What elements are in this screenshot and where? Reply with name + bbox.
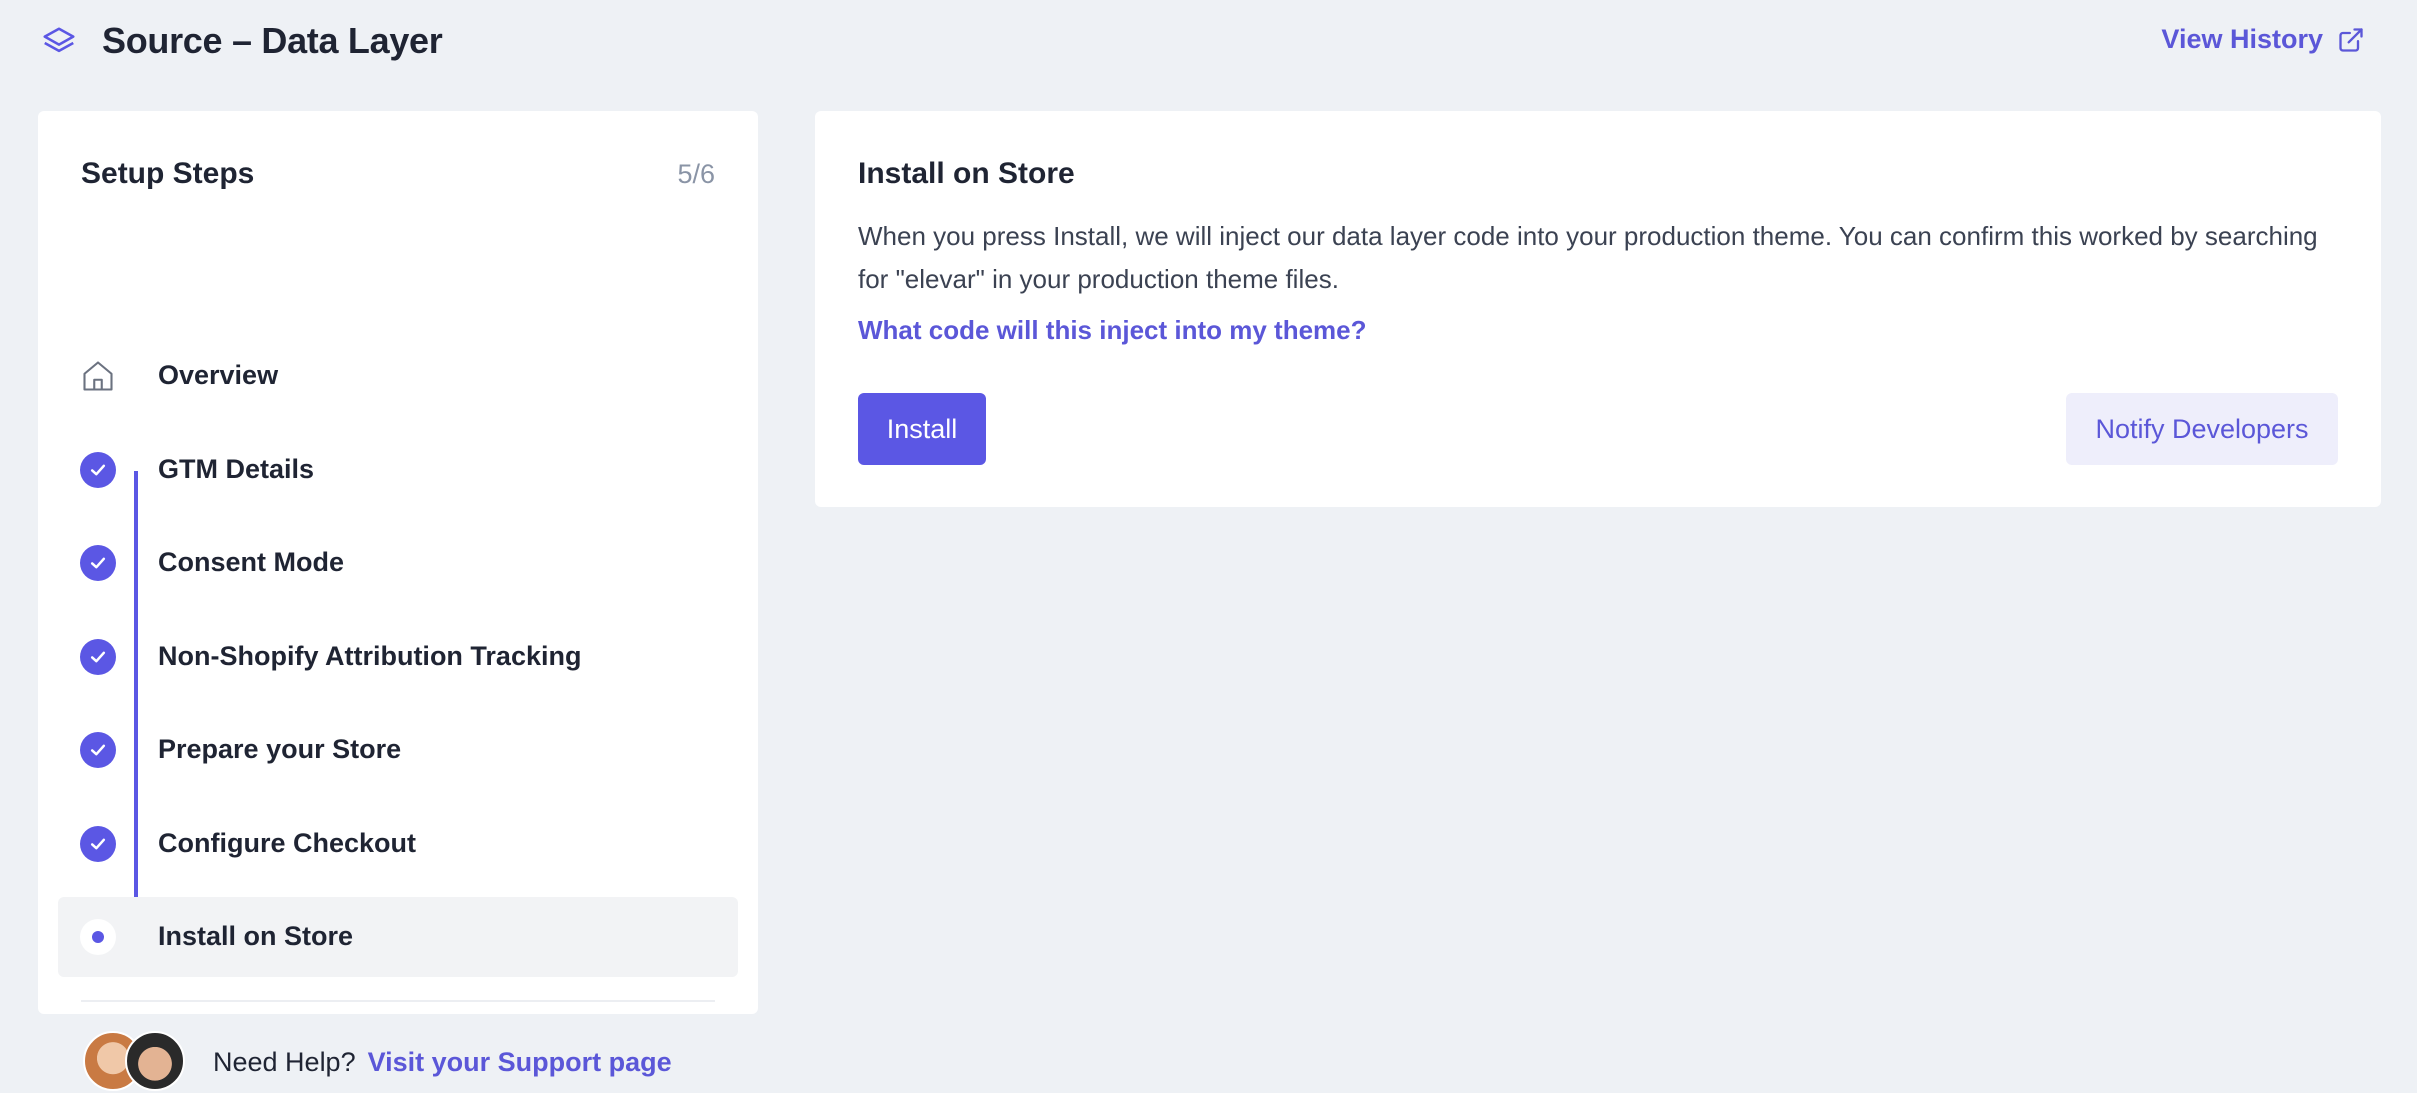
external-link-icon [2339, 27, 2363, 52]
step-gtm-details[interactable]: GTM Details [58, 430, 738, 510]
step-label: Prepare your Store [158, 734, 402, 764]
step-non-shopify-attribution[interactable]: Non-Shopify Attribution Tracking [58, 617, 738, 697]
help-section: Need Help? Visit your Support page [83, 1031, 672, 1093]
step-label: GTM Details [158, 454, 315, 484]
need-help-text: Need Help? [213, 1046, 356, 1077]
support-page-link[interactable]: Visit your Support page [368, 1047, 672, 1078]
step-configure-checkout[interactable]: Configure Checkout [58, 804, 738, 884]
setup-steps-card: Setup Steps 5/6 Overview GTM Details Con… [38, 111, 758, 1091]
step-consent-mode[interactable]: Consent Mode [58, 523, 738, 603]
page-header: Source – Data Layer View History [0, 0, 2417, 86]
notify-developers-button[interactable]: Notify Developers [2066, 393, 2338, 465]
inject-code-link[interactable]: What code will this inject into my theme… [858, 315, 1367, 346]
check-icon [80, 639, 116, 675]
support-avatars [83, 1031, 193, 1093]
step-label: Install on Store [158, 921, 354, 951]
avatar [125, 1031, 185, 1091]
step-install-on-store[interactable]: Install on Store [58, 897, 738, 977]
install-on-store-card: Install on Store When you press Install,… [815, 111, 2381, 507]
divider [81, 1000, 715, 1002]
check-icon [80, 452, 116, 488]
install-description: When you press Install, we will inject o… [858, 221, 2318, 294]
check-icon [80, 732, 116, 768]
step-overview[interactable]: Overview [58, 336, 738, 416]
step-label: Consent Mode [158, 547, 344, 577]
steps-progress-count: 5/6 [677, 159, 715, 189]
current-step-dot-icon [80, 919, 116, 955]
install-title: Install on Store [858, 157, 1075, 190]
view-history-link[interactable]: View History [2161, 24, 2365, 55]
step-prepare-store[interactable]: Prepare your Store [58, 710, 738, 790]
view-history-label: View History [2161, 24, 2323, 54]
layers-icon [43, 27, 75, 53]
check-icon [80, 545, 116, 581]
step-label: Configure Checkout [158, 828, 417, 858]
install-button[interactable]: Install [858, 393, 986, 465]
step-label: Non-Shopify Attribution Tracking [158, 641, 582, 671]
step-label: Overview [158, 360, 279, 390]
setup-steps-title: Setup Steps [81, 157, 255, 190]
home-icon [83, 361, 113, 391]
page-title: Source – Data Layer [102, 20, 443, 61]
check-icon [80, 826, 116, 862]
